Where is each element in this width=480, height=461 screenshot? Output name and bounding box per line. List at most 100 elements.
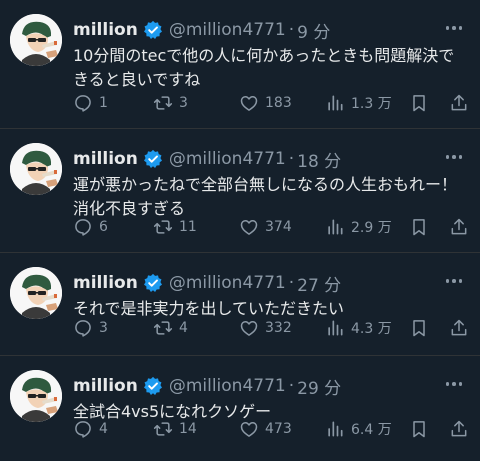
tweet[interactable]: million @million4771 · 9 分 10分間のtecで他の人に… xyxy=(0,0,480,129)
tweet-header: million @million4771 · 27 分 xyxy=(73,271,341,296)
views-icon xyxy=(328,219,343,235)
reply-button[interactable]: 3 xyxy=(73,316,108,340)
share-button[interactable] xyxy=(449,215,469,239)
views-icon xyxy=(328,95,343,111)
reply-count: 4 xyxy=(99,421,108,437)
reply-count: 3 xyxy=(99,320,108,336)
tweet[interactable]: million @million4771 · 18 分 運が悪かったねで全部台無… xyxy=(0,129,480,253)
avatar-icon[interactable] xyxy=(10,267,62,319)
timeline-feed: million @million4771 · 9 分 10分間のtecで他の人に… xyxy=(0,0,480,461)
retweet-button[interactable]: 3 xyxy=(153,91,188,115)
like-count: 374 xyxy=(265,219,292,235)
share-button[interactable] xyxy=(449,316,469,340)
tweet-text: 運が悪かったねで全部台無しになるの人生おもれー！消化不良すぎる xyxy=(73,175,458,218)
views-count: 1.3 万 xyxy=(351,96,392,112)
reply-icon xyxy=(75,219,91,236)
tweet-header: million @million4771 · 18 分 xyxy=(73,147,341,172)
more-icon[interactable] xyxy=(442,374,466,394)
like-button[interactable]: 473 xyxy=(239,417,292,441)
like-icon xyxy=(240,422,258,437)
timestamp[interactable]: 27 分 xyxy=(297,271,341,296)
avatar-icon[interactable] xyxy=(10,143,62,195)
avatar-icon[interactable] xyxy=(10,14,62,66)
tweet-actions: 6 11 374 2.9 万 xyxy=(73,215,468,239)
tweet-actions: 1 3 183 1.3 万 xyxy=(73,91,468,115)
retweet-count: 4 xyxy=(179,320,188,336)
like-button[interactable]: 183 xyxy=(239,91,292,115)
tweet-actions: 3 4 332 4.3 万 xyxy=(73,316,468,340)
bookmark-icon xyxy=(413,95,425,112)
views-button[interactable]: 2.9 万 xyxy=(325,215,392,239)
like-button[interactable]: 332 xyxy=(239,316,292,340)
retweet-count: 3 xyxy=(179,95,188,111)
views-button[interactable]: 4.3 万 xyxy=(325,316,392,340)
display-name[interactable]: million xyxy=(73,20,138,40)
display-name[interactable]: million xyxy=(73,273,138,293)
share-icon xyxy=(451,94,467,111)
separator-dot: · xyxy=(288,149,295,169)
reply-button[interactable]: 4 xyxy=(73,417,108,441)
share-button[interactable] xyxy=(449,91,469,115)
tweet-actions: 4 14 473 6.4 万 xyxy=(73,417,468,441)
like-icon xyxy=(240,321,258,336)
reply-count: 6 xyxy=(99,219,108,235)
bookmark-button[interactable] xyxy=(409,215,429,239)
views-count: 6.4 万 xyxy=(351,422,392,438)
views-icon xyxy=(328,421,343,437)
avatar-icon[interactable] xyxy=(10,370,62,422)
tweet-header: million @million4771 · 29 分 xyxy=(73,374,341,399)
more-icon[interactable] xyxy=(442,18,466,38)
user-handle[interactable]: @million4771 xyxy=(169,273,286,293)
tweet-text: 10分間のtecで他の人に何かあったときも問題解決できると良いですね xyxy=(73,46,455,89)
reply-icon xyxy=(75,95,91,112)
share-button[interactable] xyxy=(449,417,469,441)
reply-icon xyxy=(75,320,91,337)
verified-badge-icon xyxy=(143,273,163,293)
retweet-icon xyxy=(153,321,173,335)
views-count: 2.9 万 xyxy=(351,220,392,236)
separator-dot: · xyxy=(288,376,295,396)
verified-badge-icon xyxy=(143,376,163,396)
timestamp[interactable]: 29 分 xyxy=(297,374,341,399)
like-icon xyxy=(240,96,258,111)
retweet-icon xyxy=(153,96,173,110)
like-button[interactable]: 374 xyxy=(239,215,292,239)
bookmark-button[interactable] xyxy=(409,417,429,441)
like-icon xyxy=(240,220,258,235)
share-icon xyxy=(451,319,467,336)
views-button[interactable]: 1.3 万 xyxy=(325,91,392,115)
bookmark-button[interactable] xyxy=(409,316,429,340)
verified-badge-icon xyxy=(143,149,163,169)
like-count: 332 xyxy=(265,320,292,336)
retweet-count: 11 xyxy=(179,219,197,235)
share-icon xyxy=(451,420,467,437)
retweet-icon xyxy=(153,422,173,436)
retweet-button[interactable]: 11 xyxy=(153,215,197,239)
retweet-button[interactable]: 14 xyxy=(153,417,197,441)
retweet-button[interactable]: 4 xyxy=(153,316,188,340)
user-handle[interactable]: @million4771 xyxy=(169,20,286,40)
display-name[interactable]: million xyxy=(73,149,138,169)
bookmark-button[interactable] xyxy=(409,91,429,115)
timestamp[interactable]: 18 分 xyxy=(297,147,341,172)
views-count: 4.3 万 xyxy=(351,321,392,337)
user-handle[interactable]: @million4771 xyxy=(169,149,286,169)
bookmark-icon xyxy=(413,320,425,337)
tweet[interactable]: million @million4771 · 29 分 全試合4vs5になれクソ… xyxy=(0,356,480,461)
views-button[interactable]: 6.4 万 xyxy=(325,417,392,441)
user-handle[interactable]: @million4771 xyxy=(169,376,286,396)
bookmark-icon xyxy=(413,219,425,236)
display-name[interactable]: million xyxy=(73,376,138,396)
separator-dot: · xyxy=(288,273,295,293)
timestamp[interactable]: 9 分 xyxy=(297,18,330,43)
reply-button[interactable]: 1 xyxy=(73,91,108,115)
bookmark-icon xyxy=(413,421,425,438)
views-icon xyxy=(328,320,343,336)
more-icon[interactable] xyxy=(442,147,466,167)
reply-count: 1 xyxy=(99,95,108,111)
tweet[interactable]: million @million4771 · 27 分 それで是非実力を出してい… xyxy=(0,253,480,356)
reply-button[interactable]: 6 xyxy=(73,215,108,239)
like-count: 183 xyxy=(265,95,292,111)
like-count: 473 xyxy=(265,421,292,437)
more-icon[interactable] xyxy=(442,271,466,291)
